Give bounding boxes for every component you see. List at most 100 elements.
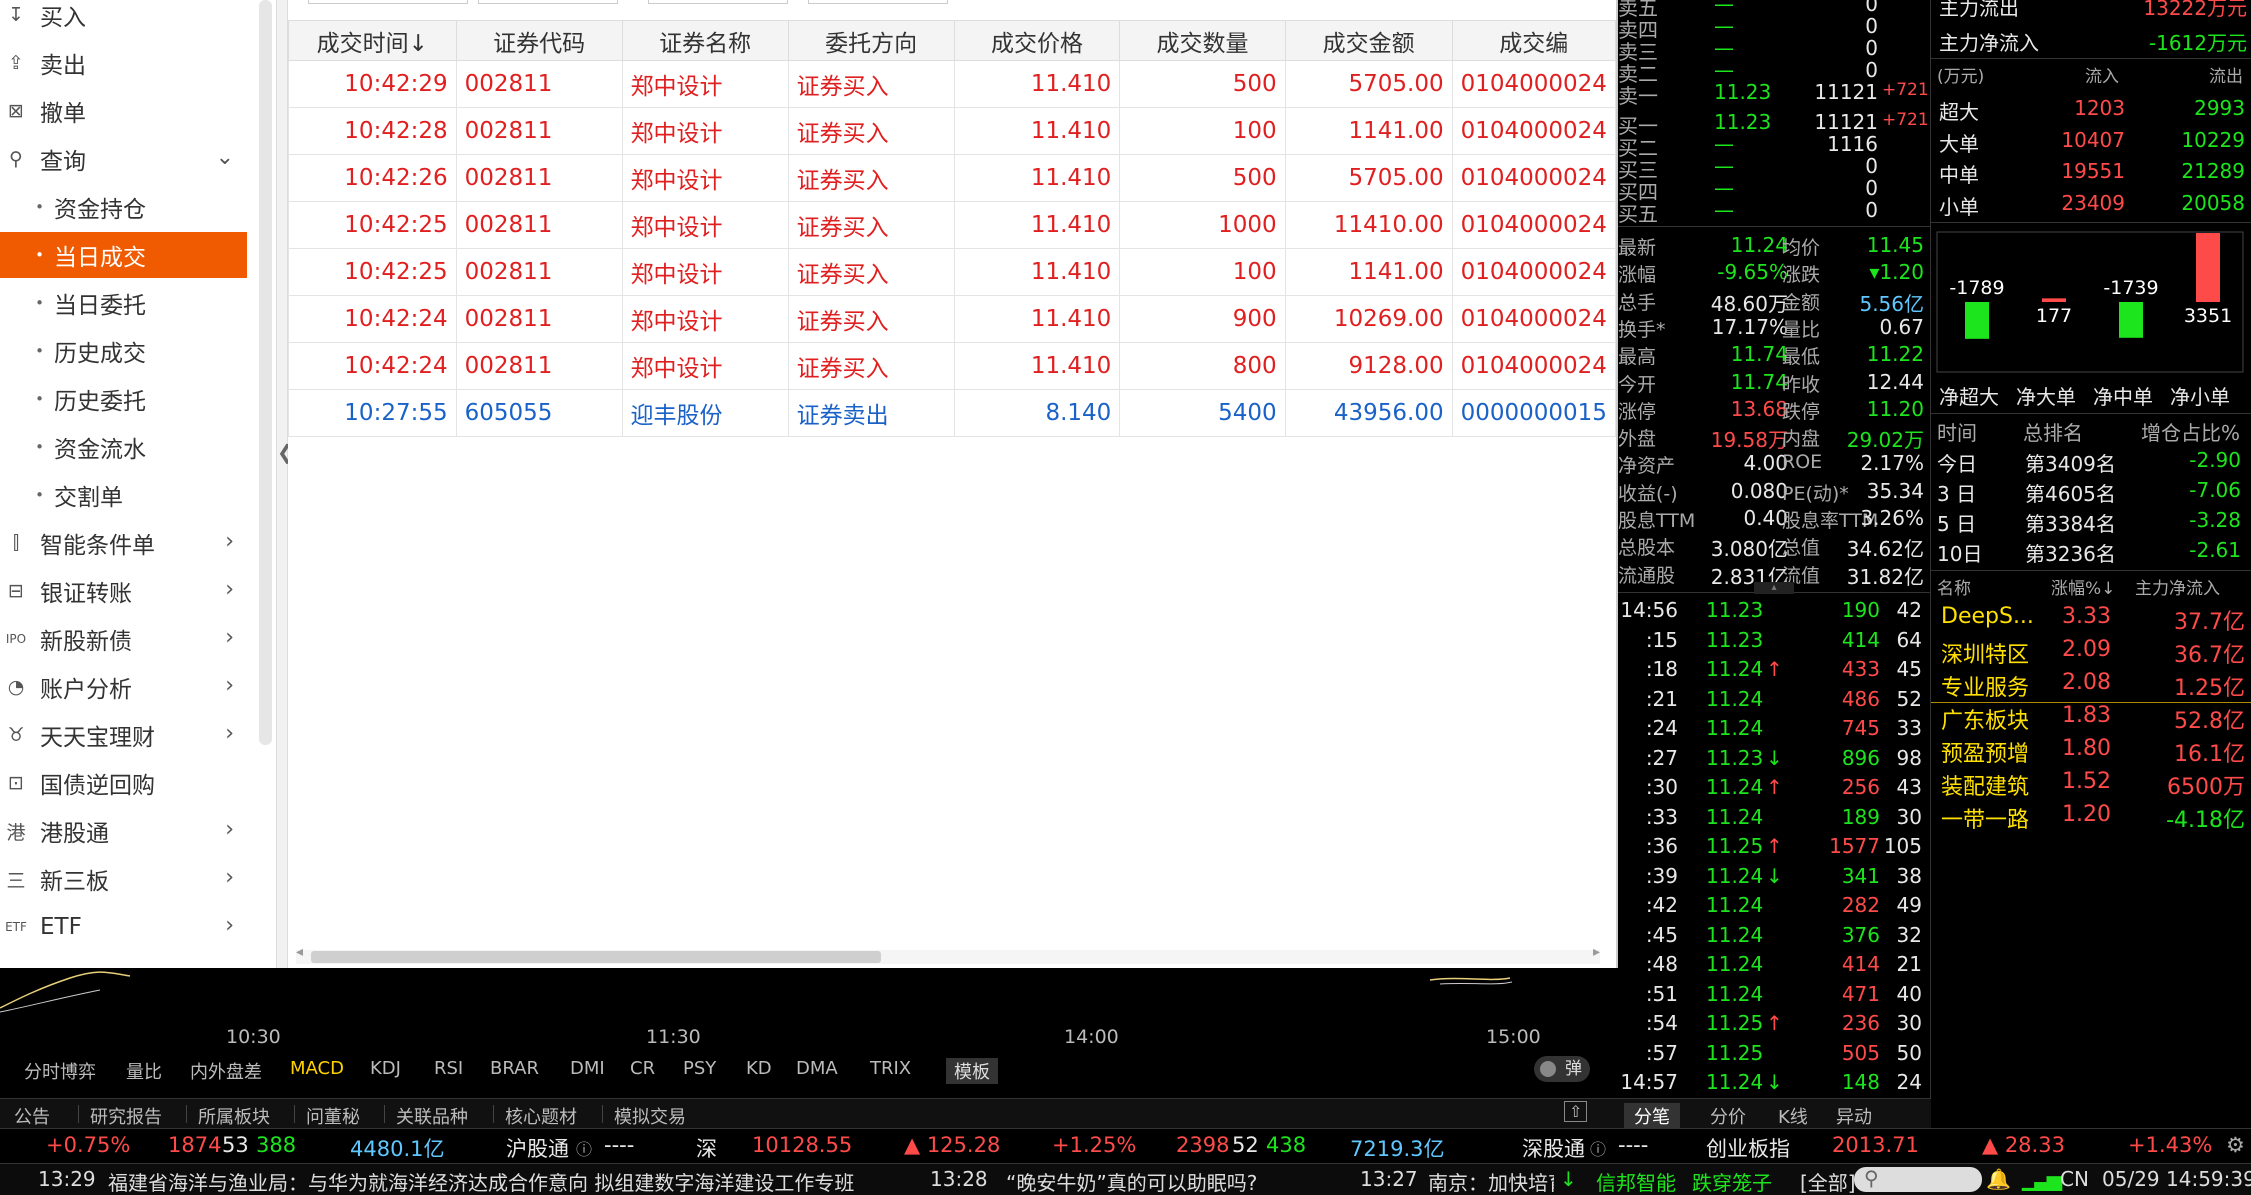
info-tab[interactable]: 模拟交易 <box>614 1103 686 1129</box>
info-tab[interactable]: 研究报告 <box>90 1103 162 1129</box>
toolbar-control[interactable] <box>308 0 468 4</box>
nav-sub-item-3[interactable]: • 历史成交 <box>0 328 247 374</box>
popup-toggle[interactable]: 弹 <box>1534 1056 1590 1082</box>
settings-gear-icon[interactable]: ⚙ <box>2226 1133 2245 1157</box>
sector-row[interactable]: 专业服务 2.08 1.25亿 <box>1931 670 2251 701</box>
indicator-tab[interactable]: PSY <box>683 1058 716 1079</box>
nav-item-bottom-3[interactable]: ◔ 账户分析 › <box>0 664 262 710</box>
column-header[interactable]: 成交时间↓ <box>288 20 457 61</box>
collapse-arrow-icon[interactable]: ▴ <box>1754 582 1794 594</box>
indicator-tab[interactable]: MACD <box>290 1058 344 1079</box>
chevron-right-icon[interactable]: › <box>225 913 234 938</box>
horizontal-scrollbar[interactable]: ◂ ▸ <box>296 944 1600 964</box>
table-row[interactable]: 10:42:24 002811 郑中设计 证券买入 11.410 900 10269.00 0… <box>288 295 1616 343</box>
nav-sub-item-6[interactable]: • 交割单 <box>0 472 247 518</box>
toolbar-control[interactable] <box>648 0 788 4</box>
cyb-label[interactable]: 创业板指 <box>1706 1133 1790 1163</box>
scrollbar-thumb[interactable] <box>311 951 881 963</box>
chevron-right-icon[interactable]: › <box>225 529 234 554</box>
table-row[interactable]: 10:42:28 002811 郑中设计 证券买入 11.410 100 1141.00 01… <box>288 107 1616 155</box>
chevron-right-icon[interactable]: › <box>225 577 234 602</box>
indicator-tab[interactable]: 分时博弈 <box>24 1058 96 1084</box>
info-tab[interactable]: 关联品种 <box>396 1103 468 1129</box>
info-tab[interactable]: 核心题材 <box>505 1103 577 1129</box>
table-row[interactable]: 10:42:25 002811 郑中设计 证券买入 11.410 100 1141.00 01… <box>288 248 1616 296</box>
sz-label[interactable]: 深 <box>696 1133 717 1163</box>
nav-item-bottom-0[interactable]: ⫿ 智能条件单 › <box>0 520 262 566</box>
sector-row[interactable]: 广东板块 1.83 52.8亿 <box>1931 703 2251 734</box>
chevron-right-icon[interactable]: › <box>225 817 234 842</box>
lang-label[interactable]: CN <box>2060 1167 2089 1191</box>
indicator-tab[interactable]: TRIX <box>870 1058 911 1079</box>
nav-item-bottom-6[interactable]: 港港股通 › <box>0 808 262 854</box>
nav-item-bottom-7[interactable]: 三新三板 › <box>0 856 262 902</box>
indicator-tab[interactable]: KDJ <box>370 1058 401 1079</box>
quote-tab[interactable]: 分价 <box>1710 1103 1746 1129</box>
sidebar-scrollbar[interactable] <box>259 0 272 745</box>
nav-sub-item-0[interactable]: • 资金持仓 <box>0 184 247 230</box>
nav-item-bottom-4[interactable]: ♉ 天天宝理财 › <box>0 712 262 758</box>
column-header[interactable]: 委托方向 <box>787 20 955 61</box>
info-tab[interactable]: 所属板块 <box>198 1103 270 1129</box>
column-header[interactable]: 成交价格 <box>953 20 1121 61</box>
table-row[interactable]: 10:27:55 605055 迎丰股份 证券卖出 8.140 5400 43956.00 0… <box>288 389 1616 437</box>
search-input[interactable]: ⚲ <box>1854 1166 1982 1192</box>
info-tab[interactable]: 公告 <box>14 1103 50 1129</box>
indicator-tab[interactable]: 量比 <box>126 1058 162 1084</box>
news-filter[interactable]: [全部] <box>1800 1167 1856 1195</box>
hgt-label[interactable]: 沪股通 <box>506 1133 569 1163</box>
indicator-tab[interactable]: DMA <box>796 1058 838 1079</box>
quote-tab[interactable]: 分笔 <box>1624 1103 1680 1129</box>
quote-tab[interactable]: 异动 <box>1836 1103 1872 1129</box>
indicator-tab[interactable]: CR <box>630 1058 655 1079</box>
quote-tab[interactable]: K线 <box>1778 1103 1808 1129</box>
nav-sub-item-5[interactable]: • 资金流水 <box>0 424 247 470</box>
indicator-tab[interactable]: 模板 <box>946 1058 998 1084</box>
sector-row[interactable]: 一带一路 1.20 -4.18亿 <box>1931 802 2251 833</box>
nav-item-bottom-1[interactable]: ⊟ 银证转账 › <box>0 568 262 614</box>
sgt-label[interactable]: 深股通 <box>1522 1133 1585 1163</box>
panel-divider[interactable] <box>276 0 288 968</box>
info-tab[interactable]: 问董秘 <box>306 1103 360 1129</box>
nav-item-0[interactable]: ↧ 买入 <box>0 0 262 38</box>
nav-sub-item-2[interactable]: • 当日委托 <box>0 280 247 326</box>
nav-item-2[interactable]: ⊠ 撤单 <box>0 88 262 134</box>
nav-item-3[interactable]: ⚲ 查询 ⌄ <box>0 136 262 182</box>
bell-icon[interactable]: 🔔 <box>1986 1167 2011 1191</box>
indicator-tab[interactable]: BRAR <box>490 1058 539 1079</box>
scroll-left-icon[interactable]: ◂ <box>296 944 303 960</box>
column-header[interactable]: 证券名称 <box>621 20 789 61</box>
table-row[interactable]: 10:42:26 002811 郑中设计 证券买入 11.410 500 5705.00 01… <box>288 154 1616 202</box>
nav-item-bottom-2[interactable]: IPO 新股新债 › <box>0 616 262 662</box>
chevron-right-icon[interactable]: › <box>225 625 234 650</box>
news-item[interactable]: “晚安牛奶”真的可以助眠吗? <box>1006 1167 1257 1195</box>
sector-row[interactable]: 装配建筑 1.52 6500万 <box>1931 769 2251 800</box>
nav-sub-item-4[interactable]: • 历史委托 <box>0 376 247 422</box>
table-row[interactable]: 10:42:24 002811 郑中设计 证券买入 11.410 800 9128.00 01… <box>288 342 1616 390</box>
column-header[interactable]: 成交数量 <box>1119 20 1286 61</box>
news-item[interactable]: 南京：加快培育 <box>1428 1167 1554 1195</box>
sector-row[interactable]: DeepS... 3.33 37.7亿 <box>1931 604 2251 635</box>
indicator-tab[interactable]: DMI <box>570 1058 605 1079</box>
indicator-tab[interactable]: RSI <box>434 1058 463 1079</box>
column-header[interactable]: 成交金额 <box>1284 20 1453 61</box>
toolbar-control[interactable] <box>478 0 618 4</box>
sector-row[interactable]: 深圳特区 2.09 36.7亿 <box>1931 637 2251 668</box>
chevron-right-icon[interactable]: › <box>225 865 234 890</box>
expand-panel-icon[interactable]: ⇧ <box>1564 1101 1588 1122</box>
sector-row[interactable]: 预盈预增 1.80 16.1亿 <box>1931 736 2251 767</box>
collapse-sidebar-icon[interactable]: ❮ <box>277 432 294 472</box>
table-row[interactable]: 10:42:25 002811 郑中设计 证券买入 11.410 1000 11410.00… <box>288 201 1616 249</box>
table-row[interactable]: 10:42:29 002811 郑中设计 证券买入 11.410 500 5705.00 01… <box>288 60 1616 108</box>
scroll-right-icon[interactable]: ▸ <box>1593 944 1600 960</box>
chevron-right-icon[interactable]: › <box>225 673 234 698</box>
nav-sub-item-1[interactable]: • 当日成交 <box>0 232 247 278</box>
chevron-right-icon[interactable]: › <box>225 721 234 746</box>
column-header[interactable]: 证券代码 <box>455 20 623 61</box>
toolbar-control[interactable] <box>808 0 948 4</box>
nav-item-bottom-8[interactable]: ETF ETF › <box>0 904 262 950</box>
help-icon[interactable]: ⓘ <box>1590 1136 1606 1160</box>
nav-item-1[interactable]: ⇪ 卖出 <box>0 40 262 86</box>
chevron-down-icon[interactable]: ⌄ <box>216 145 234 170</box>
help-icon[interactable]: ⓘ <box>576 1136 592 1160</box>
